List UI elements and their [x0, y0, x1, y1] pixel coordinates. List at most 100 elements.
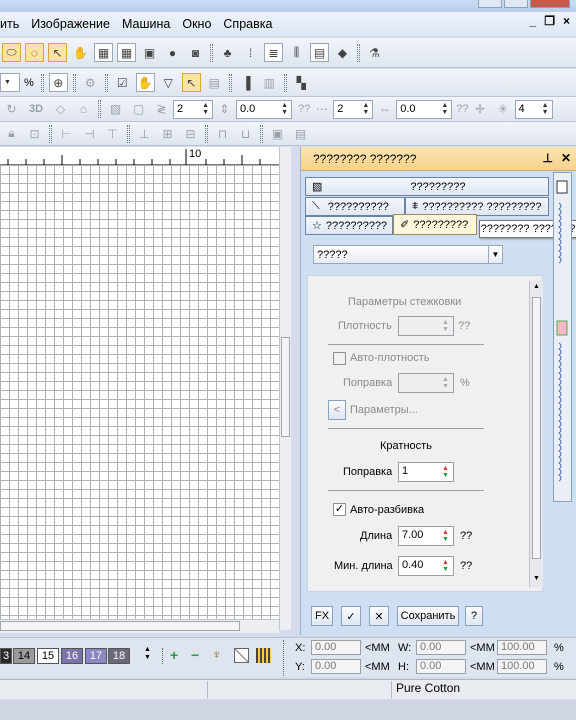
color-swatch[interactable]: 14	[13, 648, 35, 664]
report-icon[interactable]: ▚	[292, 73, 311, 92]
group-icon[interactable]: ▣	[268, 124, 287, 143]
columns-icon[interactable]: ⫼	[287, 43, 306, 62]
align-left-icon[interactable]: ⊢	[57, 124, 76, 143]
zigzag-icon[interactable]: ≷	[152, 100, 171, 119]
panel-close-icon[interactable]: ✕	[561, 151, 571, 165]
distribute-v-icon[interactable]: ⊔	[236, 124, 255, 143]
menu-window[interactable]: Окно	[176, 17, 217, 31]
grid-icon[interactable]: ▦	[94, 43, 113, 62]
params-scrollbar[interactable]: ▲ ▼	[529, 281, 543, 587]
mdi-close-button[interactable]: ×	[563, 14, 570, 28]
add-color-icon[interactable]: +	[170, 647, 178, 663]
correction-field[interactable]: ▲ ▼	[398, 373, 454, 393]
bird-icon[interactable]: ◆	[333, 43, 352, 62]
checkbox-tool-icon[interactable]: ☑	[113, 73, 132, 92]
menu-edit[interactable]: ить	[0, 17, 25, 31]
tab-stitch-active[interactable]: ✐ ?????????	[393, 214, 477, 235]
scroll-thumb[interactable]	[281, 337, 290, 437]
image-icon[interactable]: ▣	[140, 43, 159, 62]
menu-machine[interactable]: Машина	[116, 17, 176, 31]
canvas-horizontal-scrollbar[interactable]	[0, 619, 279, 633]
select-tool-icon[interactable]: ↖	[48, 43, 67, 62]
color-chart-icon[interactable]	[256, 648, 271, 663]
cancel-button[interactable]: ✕	[369, 606, 389, 626]
y-field[interactable]: 0.00	[311, 659, 361, 674]
view-3d-button[interactable]: 3D	[25, 100, 47, 119]
apply-button[interactable]: ✓	[341, 606, 361, 626]
w-percent-field[interactable]: 100.00	[497, 640, 547, 655]
spin-arrows-icon[interactable]: ▲ ▼	[439, 528, 452, 544]
fx-button[interactable]: FX	[311, 606, 333, 626]
unlock-icon[interactable]: ⊡	[25, 124, 44, 143]
correction2-field[interactable]: 1 ▲ ▼	[398, 462, 454, 482]
star-burst-icon[interactable]: ✳	[494, 100, 513, 119]
camera-icon[interactable]: ◙	[186, 43, 205, 62]
needle-icon[interactable]: ▽	[159, 73, 178, 92]
lock-icon[interactable]: 🔒︎	[2, 124, 21, 143]
canvas-vertical-scrollbar[interactable]	[279, 147, 291, 630]
remove-color-icon[interactable]: −	[191, 647, 199, 663]
clipboard-icon[interactable]: ▤	[205, 73, 224, 92]
density-field[interactable]: ▲ ▼	[398, 316, 454, 336]
properties-icon[interactable]: ▤	[310, 43, 329, 62]
menu-image[interactable]: Изображение	[25, 17, 116, 31]
side-tab-strip[interactable]	[553, 172, 572, 502]
design-canvas-grid[interactable]	[0, 165, 279, 620]
mdi-minimize-button[interactable]: _	[530, 14, 537, 28]
document-icon[interactable]: ▐	[237, 73, 256, 92]
auto-density-checkbox[interactable]	[333, 352, 346, 365]
mdi-restore-button[interactable]: ❐	[544, 14, 555, 28]
color-swatch[interactable]: 18	[108, 648, 130, 664]
no-color-icon[interactable]	[234, 648, 249, 663]
distribute-h-icon[interactable]: ⊓	[213, 124, 232, 143]
menu-help[interactable]: Справка	[217, 17, 278, 31]
color-swatch[interactable]: 3	[0, 648, 12, 664]
align-bottom-icon[interactable]: ⊟	[181, 124, 200, 143]
align-middle-icon[interactable]: ⊞	[158, 124, 177, 143]
scroll-up-icon[interactable]: ▲	[533, 283, 540, 290]
params-button[interactable]: Параметры...	[350, 404, 418, 416]
spacing-icon[interactable]: ⇕	[215, 100, 234, 119]
stitch-add-icon[interactable]: ⊕	[48, 73, 68, 92]
maximize-button[interactable]	[504, 0, 528, 8]
tree-icon[interactable]: ♣	[218, 43, 237, 62]
align-center-icon[interactable]: ⊣	[80, 124, 99, 143]
spin-arrows-icon[interactable]: ▲ ▼	[439, 558, 452, 574]
crosshair-icon[interactable]: ✛	[471, 100, 490, 119]
spin-arrows-icon[interactable]: ▲ ▼	[439, 318, 452, 334]
color-swatch[interactable]: 17	[85, 648, 107, 664]
width-icon[interactable]: ⇔	[375, 100, 394, 119]
stitch-type-combo[interactable]: ????? ▼	[313, 245, 503, 264]
help-button[interactable]: ?	[465, 606, 483, 626]
flask-icon[interactable]: ⚗	[365, 43, 384, 62]
align-right-icon[interactable]: ⊤	[103, 124, 122, 143]
tab-special[interactable]: ☆ ??????????	[305, 216, 393, 235]
chevron-down-icon[interactable]: ▼	[488, 246, 502, 263]
palette-icon[interactable]: ●	[163, 43, 182, 62]
scroll-down-icon[interactable]: ▼	[533, 575, 540, 582]
hand-tool-icon[interactable]: ✋	[71, 43, 90, 62]
pattern-fill-icon[interactable]: ▧	[106, 100, 125, 119]
h-field[interactable]: 0.00	[416, 659, 466, 674]
spin-field-1[interactable]: 2 ▲ ▼	[173, 99, 213, 119]
pointer-tool-icon[interactable]: ↖	[181, 73, 201, 92]
length-field[interactable]: 7.00 ▲ ▼	[398, 526, 454, 546]
rotate-icon[interactable]: ↻	[2, 100, 21, 119]
spin-arrows-icon[interactable]: ▲ ▼	[439, 375, 452, 391]
auto-split-checkbox[interactable]: ✓	[333, 503, 346, 516]
spin-field-5[interactable]: 4 ▲ ▼	[514, 99, 553, 119]
ellipse-tool-icon[interactable]: ⬭	[2, 43, 21, 62]
spin-field-3[interactable]: 2 ▲ ▼	[333, 99, 374, 119]
tab-outline[interactable]: ⟍ ??????????	[305, 197, 405, 216]
tab-fill-type[interactable]: ▧ ?????????	[305, 177, 549, 196]
hand-point-icon[interactable]: ✋	[135, 73, 155, 92]
ungroup-icon[interactable]: ▤	[291, 124, 310, 143]
document-alt-icon[interactable]: ▥	[260, 73, 279, 92]
save-button[interactable]: Сохранить	[397, 606, 459, 626]
hat-icon[interactable]: ⌂	[74, 100, 93, 119]
color-swatch[interactable]: 15	[37, 648, 59, 664]
chevron-left-icon[interactable]: <	[328, 400, 346, 420]
dots-icon[interactable]: ⁞	[241, 43, 260, 62]
stitch-tool-icon[interactable]: ⚙	[81, 73, 100, 92]
spin-field-2[interactable]: 0.0 ▲ ▼	[236, 99, 292, 119]
